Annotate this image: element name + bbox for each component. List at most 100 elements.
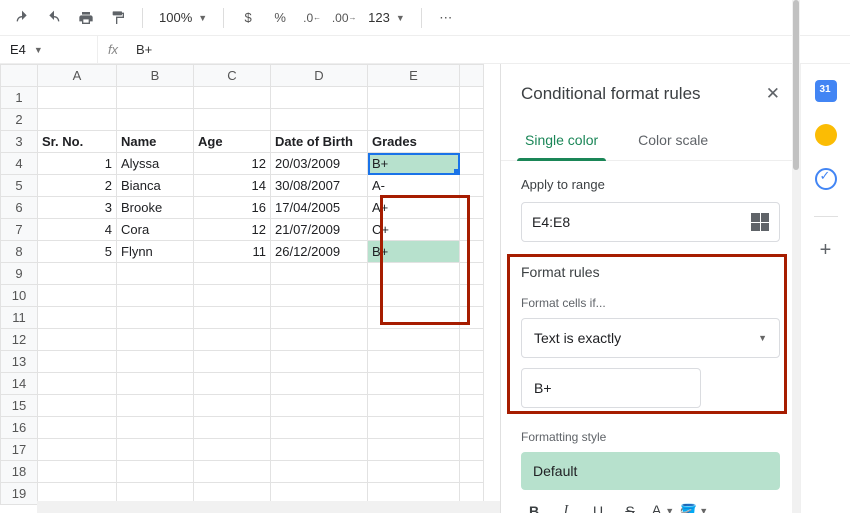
redo-button[interactable]: [40, 4, 68, 32]
condition-label: Format cells if...: [521, 296, 780, 310]
toolbar: 100%▼ $ % .0← .00→ 123▼ ⋯: [0, 0, 850, 36]
column-header-fill: [460, 65, 484, 87]
data-cell[interactable]: 3: [38, 197, 117, 219]
divider: [814, 216, 838, 217]
row-header[interactable]: 2: [1, 109, 38, 131]
fill-color-button[interactable]: 🪣▼: [681, 498, 707, 513]
row-header[interactable]: 17: [1, 439, 38, 461]
data-cell[interactable]: 12: [194, 219, 271, 241]
row-header[interactable]: 1: [1, 87, 38, 109]
data-cell[interactable]: 21/07/2009: [271, 219, 368, 241]
spreadsheet-grid[interactable]: A B C D E 1 2 3 Sr. No. Name Age Date of…: [0, 64, 500, 513]
text-color-button[interactable]: A▼: [649, 498, 675, 513]
row-header[interactable]: 15: [1, 395, 38, 417]
condition-value-input[interactable]: B+: [521, 368, 701, 408]
paint-format-button[interactable]: [104, 4, 132, 32]
bold-button[interactable]: B: [521, 498, 547, 513]
underline-button[interactable]: U: [585, 498, 611, 513]
horizontal-scrollbar[interactable]: [37, 501, 500, 513]
row-header[interactable]: 4: [1, 153, 38, 175]
data-cell[interactable]: 26/12/2009: [271, 241, 368, 263]
row-header[interactable]: 3: [1, 131, 38, 153]
row-header[interactable]: 5: [1, 175, 38, 197]
data-cell[interactable]: Brooke: [117, 197, 194, 219]
more-formats-dropdown[interactable]: 123▼: [362, 10, 411, 25]
header-cell[interactable]: Date of Birth: [271, 131, 368, 153]
row-header[interactable]: 19: [1, 483, 38, 505]
data-cell[interactable]: 20/03/2009: [271, 153, 368, 175]
range-value: E4:E8: [532, 214, 570, 230]
column-header-D[interactable]: D: [271, 65, 368, 87]
row-header[interactable]: 8: [1, 241, 38, 263]
row-header[interactable]: 11: [1, 307, 38, 329]
fx-icon: fx: [98, 42, 128, 57]
active-cell[interactable]: B+: [368, 153, 460, 175]
row-header[interactable]: 7: [1, 219, 38, 241]
select-all-corner[interactable]: [1, 65, 38, 87]
data-cell[interactable]: Alyssa: [117, 153, 194, 175]
data-cell[interactable]: B+: [368, 241, 460, 263]
data-cell[interactable]: 11: [194, 241, 271, 263]
calendar-app-icon[interactable]: 31: [815, 80, 837, 102]
data-cell[interactable]: A+: [368, 197, 460, 219]
panel-title: Conditional format rules: [521, 84, 701, 104]
formula-value[interactable]: B+: [128, 42, 850, 57]
row-header[interactable]: 14: [1, 373, 38, 395]
data-cell[interactable]: 16: [194, 197, 271, 219]
row-header[interactable]: 16: [1, 417, 38, 439]
data-cell[interactable]: 30/08/2007: [271, 175, 368, 197]
currency-button[interactable]: $: [234, 4, 262, 32]
column-header-B[interactable]: B: [117, 65, 194, 87]
data-cell[interactable]: 5: [38, 241, 117, 263]
formula-bar: E4▼ fx B+: [0, 36, 850, 64]
decrease-decimal-button[interactable]: .0←: [298, 4, 326, 32]
column-header-A[interactable]: A: [38, 65, 117, 87]
format-rules-title: Format rules: [501, 250, 800, 284]
apply-range-label: Apply to range: [521, 177, 780, 192]
data-cell[interactable]: Bianca: [117, 175, 194, 197]
data-cell[interactable]: 4: [38, 219, 117, 241]
header-cell[interactable]: Name: [117, 131, 194, 153]
style-preview[interactable]: Default: [521, 452, 780, 490]
tab-color-scale[interactable]: Color scale: [630, 122, 716, 160]
panel-scrollbar[interactable]: [792, 64, 800, 513]
italic-button[interactable]: I: [553, 498, 579, 513]
data-cell[interactable]: Flynn: [117, 241, 194, 263]
more-buttons[interactable]: ⋯: [432, 4, 460, 32]
keep-app-icon[interactable]: [815, 124, 837, 146]
condition-dropdown[interactable]: Text is exactly ▼: [521, 318, 780, 358]
undo-button[interactable]: [8, 4, 36, 32]
data-cell[interactable]: 14: [194, 175, 271, 197]
data-cell[interactable]: Cora: [117, 219, 194, 241]
column-header-E[interactable]: E: [368, 65, 460, 87]
header-cell[interactable]: Age: [194, 131, 271, 153]
add-addon-button[interactable]: +: [820, 239, 832, 262]
data-cell[interactable]: 2: [38, 175, 117, 197]
select-range-icon[interactable]: [751, 213, 769, 231]
close-panel-button[interactable]: ✕: [766, 84, 780, 104]
range-input[interactable]: E4:E8: [521, 202, 780, 242]
zoom-dropdown[interactable]: 100%▼: [153, 10, 213, 25]
data-cell[interactable]: 12: [194, 153, 271, 175]
row-header[interactable]: 12: [1, 329, 38, 351]
name-box[interactable]: E4▼: [0, 36, 98, 63]
percent-button[interactable]: %: [266, 4, 294, 32]
data-cell[interactable]: C+: [368, 219, 460, 241]
print-button[interactable]: [72, 4, 100, 32]
increase-decimal-button[interactable]: .00→: [330, 4, 358, 32]
row-header[interactable]: 6: [1, 197, 38, 219]
tasks-app-icon[interactable]: ✓: [815, 168, 837, 190]
row-header[interactable]: 18: [1, 461, 38, 483]
tab-single-color[interactable]: Single color: [517, 122, 606, 160]
row-header[interactable]: 13: [1, 351, 38, 373]
header-cell[interactable]: Grades: [368, 131, 460, 153]
column-header-C[interactable]: C: [194, 65, 271, 87]
conditional-format-panel: Conditional format rules ✕ Single color …: [500, 64, 800, 513]
data-cell[interactable]: A-: [368, 175, 460, 197]
row-header[interactable]: 10: [1, 285, 38, 307]
data-cell[interactable]: 1: [38, 153, 117, 175]
row-header[interactable]: 9: [1, 263, 38, 285]
data-cell[interactable]: 17/04/2005: [271, 197, 368, 219]
header-cell[interactable]: Sr. No.: [38, 131, 117, 153]
strikethrough-button[interactable]: S: [617, 498, 643, 513]
